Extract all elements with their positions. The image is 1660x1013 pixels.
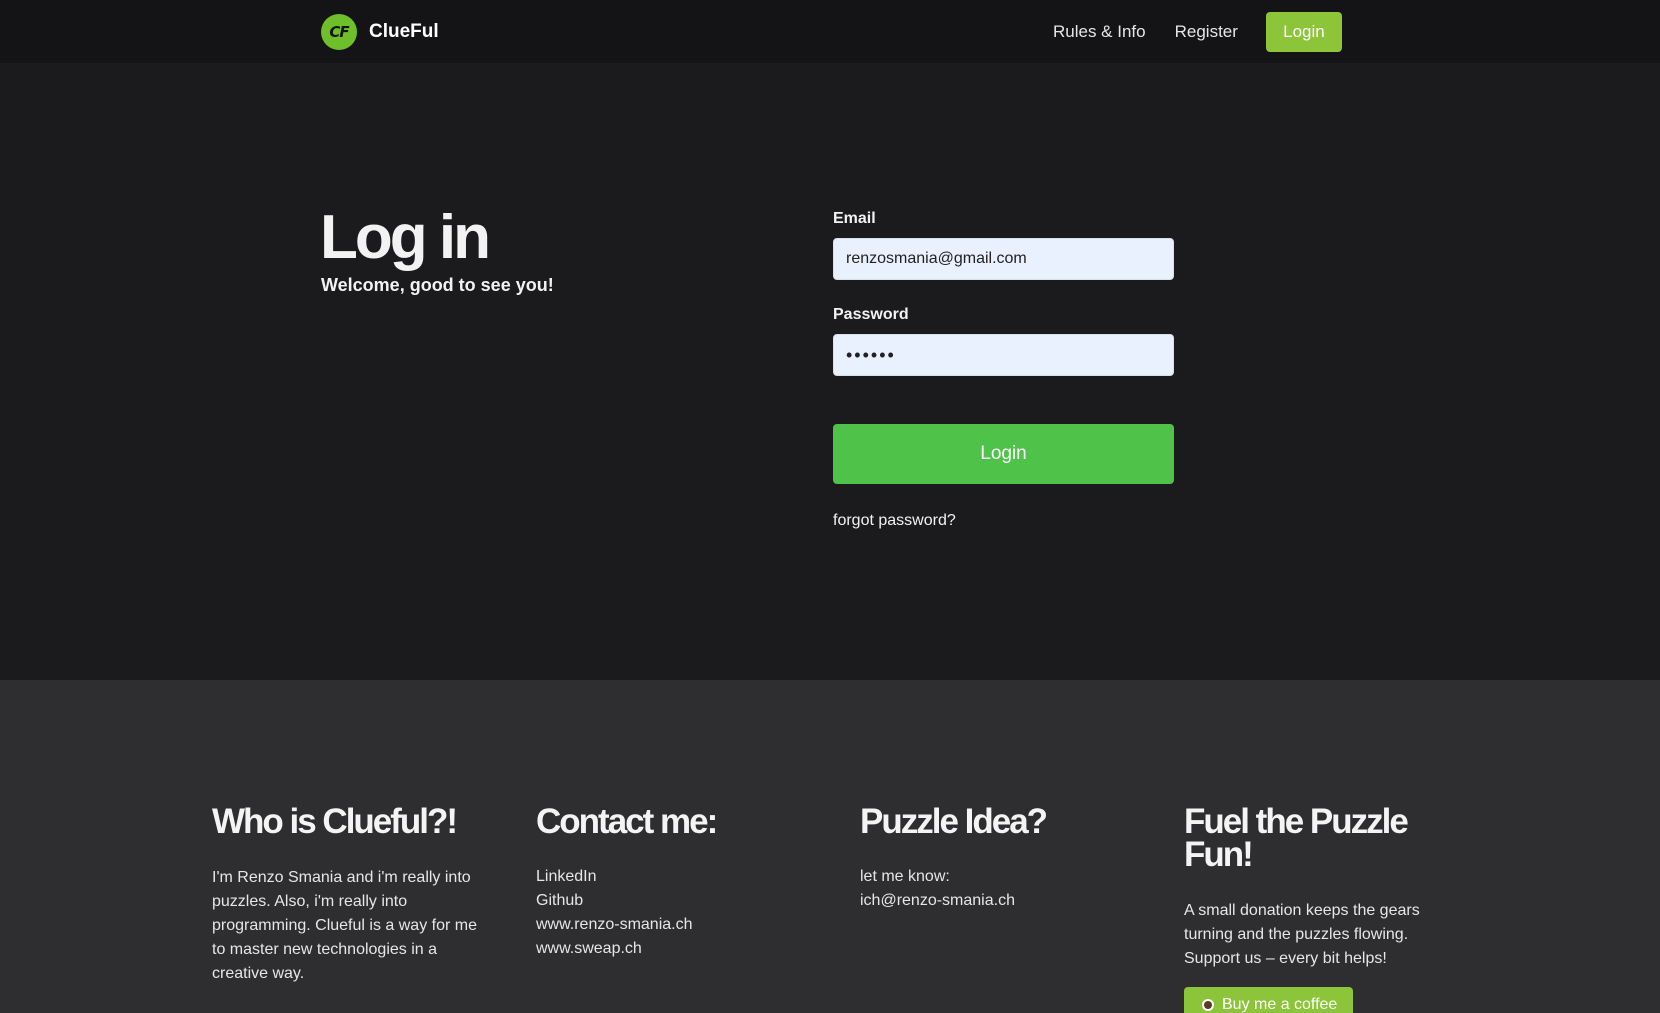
buy-coffee-button[interactable]: Buy me a coffee bbox=[1184, 987, 1354, 1013]
sweap-link[interactable]: www.sweap.ch bbox=[536, 937, 816, 961]
linkedin-link[interactable]: LinkedIn bbox=[536, 865, 816, 889]
nav-link-register[interactable]: Register bbox=[1175, 22, 1238, 42]
footer-contact-title: Contact me: bbox=[536, 802, 718, 841]
footer-donate: Fuel the Puzzle Fun! A small donation ke… bbox=[1184, 802, 1454, 1013]
footer-idea-text: let me know: ich@renzo-smania.ch bbox=[860, 865, 1140, 913]
password-field[interactable]: •••••• bbox=[833, 334, 1174, 376]
brand-name: ClueFul bbox=[369, 21, 439, 42]
clueful-logo-icon: CF bbox=[321, 14, 357, 50]
buy-coffee-label: Buy me a coffee bbox=[1222, 996, 1338, 1013]
navbar: CF ClueFul Rules & Info Register Login bbox=[0, 0, 1660, 63]
forgot-password-link[interactable]: forgot password? bbox=[833, 512, 956, 530]
footer-about-text: I'm Renzo Smania and i'm really into puz… bbox=[212, 869, 477, 982]
password-label: Password bbox=[833, 306, 909, 323]
coffee-cup-icon bbox=[1202, 999, 1214, 1011]
footer-idea: Puzzle Idea? let me know: ich@renzo-sman… bbox=[860, 802, 1140, 913]
email-value: renzosmania@gmail.com bbox=[846, 250, 1027, 267]
footer-contact: Contact me: LinkedIn Github www.renzo-sm… bbox=[536, 802, 816, 961]
footer-idea-email-link[interactable]: ich@renzo-smania.ch bbox=[860, 889, 1140, 913]
page-title: Log in bbox=[320, 203, 491, 272]
login-submit-button[interactable]: Login bbox=[833, 424, 1174, 484]
nav-link-rules-info[interactable]: Rules & Info bbox=[1053, 22, 1146, 42]
footer-contact-links: LinkedIn Github www.renzo-smania.ch www.… bbox=[536, 865, 816, 961]
email-field[interactable]: renzosmania@gmail.com bbox=[833, 238, 1174, 280]
footer-idea-line: let me know: bbox=[860, 868, 950, 885]
nav-links: Rules & Info Register Login bbox=[1053, 12, 1342, 52]
email-label: Email bbox=[833, 210, 876, 227]
github-link[interactable]: Github bbox=[536, 889, 816, 913]
footer-idea-title: Puzzle Idea? bbox=[860, 802, 1048, 841]
brand-link[interactable]: CF ClueFul bbox=[321, 14, 439, 50]
nav-login-button[interactable]: Login bbox=[1265, 12, 1342, 52]
footer-about: Who is Clueful?! I'm Renzo Smania and i'… bbox=[212, 802, 492, 986]
footer-about-title: Who is Clueful?! bbox=[212, 802, 458, 841]
website-link[interactable]: www.renzo-smania.ch bbox=[536, 913, 816, 937]
password-value: •••••• bbox=[846, 344, 896, 365]
footer-donate-title: Fuel the Puzzle Fun! bbox=[1184, 802, 1409, 874]
footer: Who is Clueful?! I'm Renzo Smania and i'… bbox=[0, 680, 1660, 1013]
page-subtitle: Welcome, good to see you! bbox=[321, 275, 554, 295]
footer-donate-text: A small donation keeps the gears turning… bbox=[1184, 902, 1420, 967]
login-form: Email renzosmania@gmail.com Password •••… bbox=[833, 210, 1174, 530]
